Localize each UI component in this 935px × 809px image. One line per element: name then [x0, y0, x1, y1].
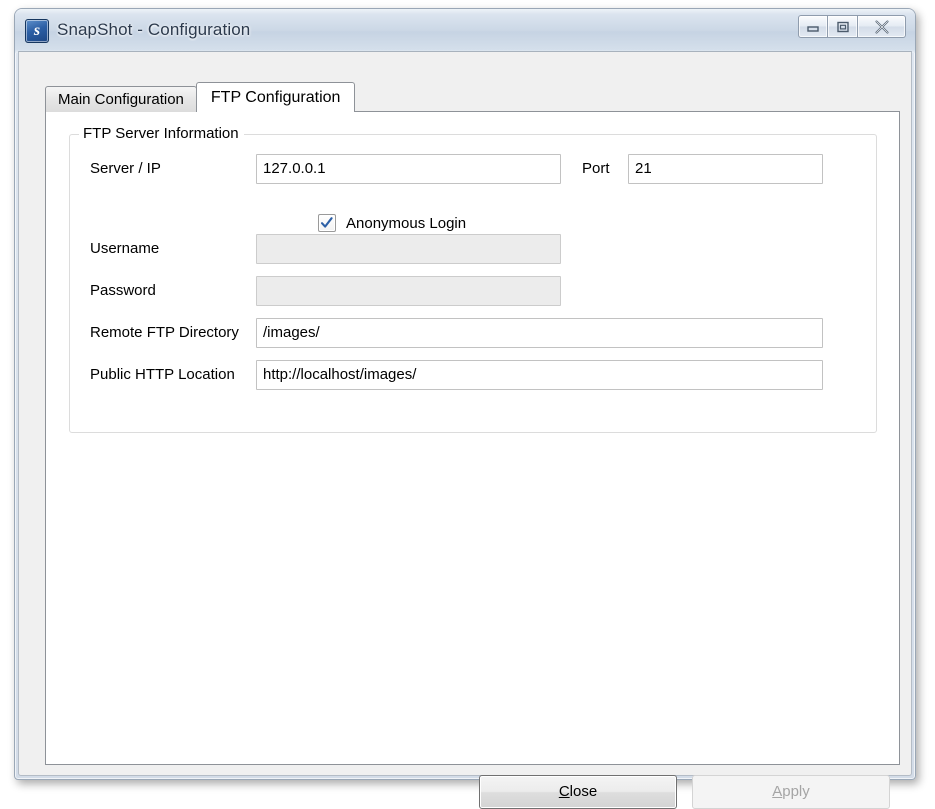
- minimize-button[interactable]: [798, 15, 828, 38]
- window-controls: [798, 15, 906, 38]
- window-title: SnapShot - Configuration: [57, 20, 251, 39]
- ftp-configuration-panel: FTP Server Information Server / IP 127.0…: [45, 111, 900, 765]
- anonymous-login-checkbox[interactable]: [318, 214, 336, 232]
- title-bar[interactable]: s SnapShot - Configuration: [15, 9, 915, 53]
- remote-ftp-directory-input[interactable]: /images/: [256, 318, 823, 348]
- remote-ftp-directory-label: Remote FTP Directory: [90, 324, 239, 341]
- ftp-server-information-legend: FTP Server Information: [79, 125, 244, 142]
- apply-button-label: pply: [782, 783, 810, 800]
- port-input[interactable]: 21: [628, 154, 823, 184]
- server-ip-input[interactable]: 127.0.0.1: [256, 154, 561, 184]
- close-button-mnemonic: C: [558, 783, 570, 800]
- tab-main-configuration[interactable]: Main Configuration: [45, 86, 197, 112]
- tab-ftp-configuration[interactable]: FTP Configuration: [195, 82, 356, 112]
- configuration-window: s SnapShot - Configuration Main Configur…: [14, 8, 916, 809]
- port-label: Port: [582, 160, 610, 177]
- anonymous-login-row[interactable]: Anonymous Login: [318, 211, 466, 235]
- username-label: Username: [90, 240, 160, 257]
- password-label: Password: [90, 282, 156, 299]
- tab-strip: Main Configuration FTP Configuration: [45, 82, 356, 112]
- tab-main-configuration-label: Main Configuration: [58, 91, 184, 108]
- close-button[interactable]: [858, 15, 906, 38]
- maximize-button[interactable]: [828, 15, 858, 38]
- close-button-label: lose: [569, 783, 598, 800]
- username-input[interactable]: [256, 234, 561, 264]
- apply-button[interactable]: Apply: [692, 775, 890, 809]
- anonymous-login-label: Anonymous Login: [346, 214, 467, 232]
- ftp-server-information-group: FTP Server Information Server / IP 127.0…: [69, 125, 877, 433]
- public-http-location-label: Public HTTP Location: [90, 366, 235, 383]
- tab-ftp-configuration-label: FTP Configuration: [210, 89, 341, 106]
- password-input[interactable]: [256, 276, 561, 306]
- apply-button-mnemonic: A: [772, 783, 783, 800]
- snapshot-app-icon[interactable]: s: [25, 19, 49, 43]
- close-button-dialog[interactable]: Close: [479, 775, 677, 809]
- public-http-location-input[interactable]: http://localhost/images/: [256, 360, 823, 390]
- desktop-backdrop: s SnapShot - Configuration Main Configur…: [0, 0, 935, 809]
- server-ip-label: Server / IP: [90, 160, 161, 177]
- dialog-client-area: Main Configuration FTP Configuration FTP…: [18, 51, 912, 809]
